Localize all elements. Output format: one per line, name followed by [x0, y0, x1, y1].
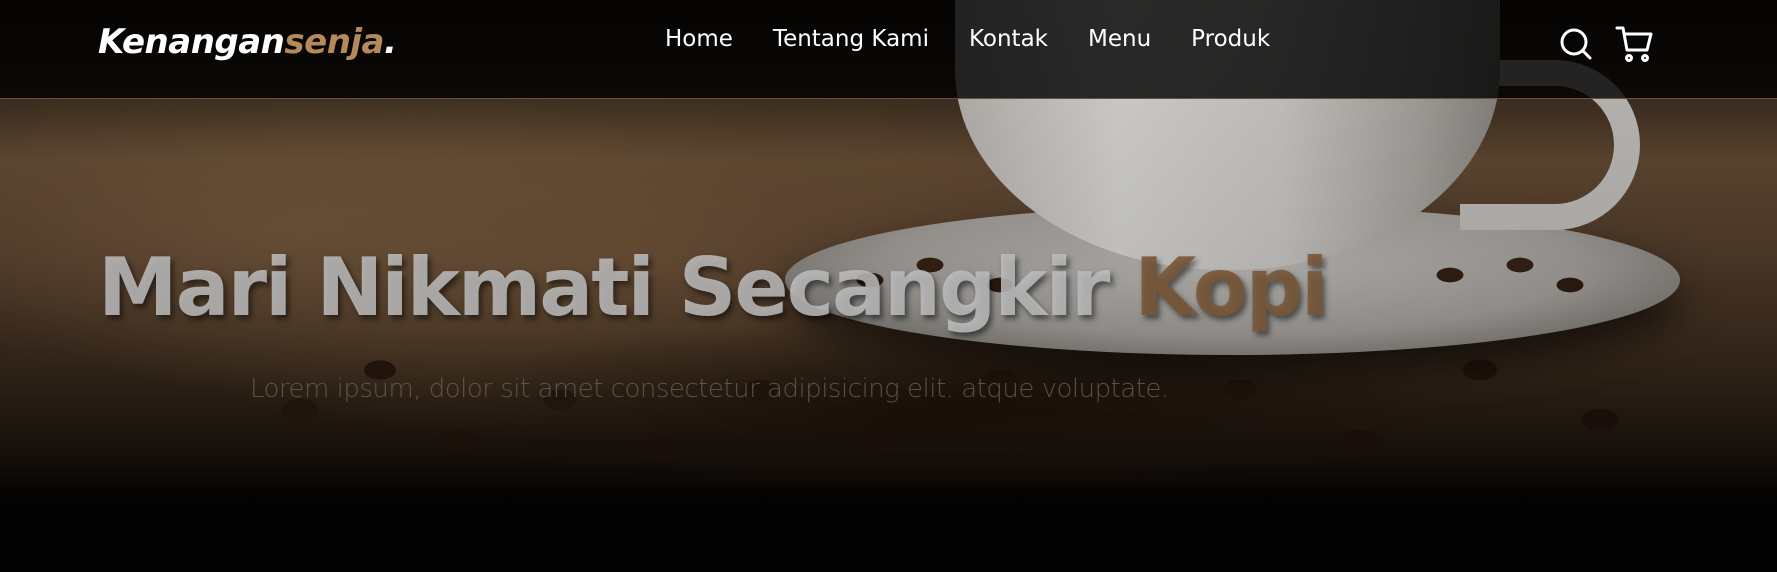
hero-description: Lorem ipsum, dolor sit amet consectetur …	[250, 374, 1169, 404]
hero-title: Mari Nikmati Secangkir Kopi	[98, 248, 1328, 328]
hero-title-accent: Kopi	[1134, 241, 1328, 334]
hero-title-main: Mari Nikmati Secangkir	[98, 241, 1135, 334]
nav-link-home[interactable]: Home	[665, 26, 733, 52]
nav-link-menu[interactable]: Menu	[1088, 26, 1151, 52]
nav-links: Home Tentang Kami Kontak Menu Produk	[665, 26, 1270, 52]
nav-link-tentang-kami[interactable]: Tentang Kami	[773, 26, 929, 52]
logo-main: Kenangan	[98, 22, 285, 62]
shopping-cart-icon[interactable]	[1614, 24, 1654, 64]
logo-accent: senja	[284, 22, 384, 62]
nav-link-produk[interactable]: Produk	[1191, 26, 1270, 52]
nav-link-kontak[interactable]: Kontak	[969, 26, 1048, 52]
logo-dot: .	[384, 22, 397, 62]
navbar: Kenangansenja. Home Tentang Kami Kontak …	[0, 0, 1777, 99]
logo[interactable]: Kenangansenja.	[98, 22, 397, 62]
search-icon[interactable]	[1556, 24, 1596, 64]
